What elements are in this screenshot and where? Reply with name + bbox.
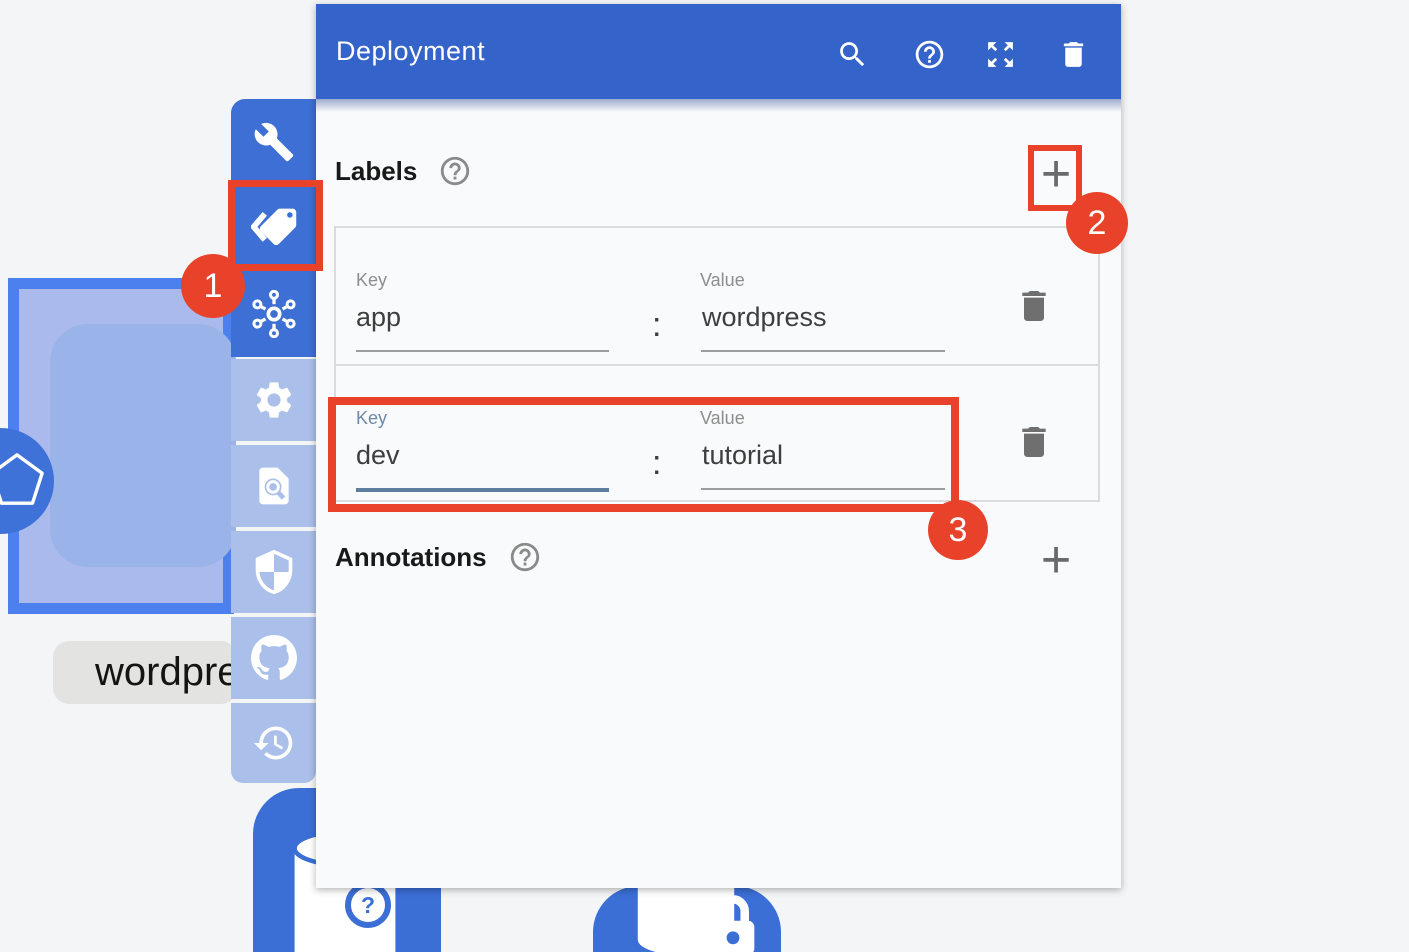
value-column-label: Value	[700, 270, 745, 291]
question-badge-text: ?	[361, 892, 375, 919]
header-shadow	[316, 99, 1121, 112]
callout-step-2-number: 2	[1088, 204, 1107, 243]
lock-icon	[701, 892, 765, 952]
database-secret-node[interactable]	[593, 886, 781, 952]
toolbar-item-build[interactable]	[231, 99, 316, 185]
callout-step-1: 1	[181, 254, 245, 318]
toolbar-item-history[interactable]	[231, 703, 316, 783]
panel-header: Deployment	[316, 4, 1121, 99]
node-name-text: wordpress	[53, 641, 237, 703]
label-row-app: Key app : Value wordpress	[336, 228, 1098, 364]
annotations-title: Annotations	[335, 542, 487, 573]
expand-icon[interactable]	[984, 38, 1017, 71]
wrench-icon	[253, 121, 295, 163]
pentagon-icon	[0, 452, 46, 510]
annotations-section-header: Annotations	[335, 540, 542, 574]
help-icon[interactable]	[913, 38, 946, 71]
value-field-underline	[701, 350, 945, 352]
key-value-separator: :	[652, 306, 661, 345]
help-icon[interactable]	[508, 540, 542, 574]
labels-title: Labels	[335, 156, 417, 187]
labels-section-header: Labels	[335, 154, 472, 188]
help-icon[interactable]	[438, 154, 472, 188]
delete-icon[interactable]	[1057, 38, 1090, 71]
toolbar-item-security[interactable]	[231, 531, 316, 613]
toolbar-item-github[interactable]	[231, 617, 316, 699]
search-icon[interactable]	[836, 38, 869, 71]
highlight-box-labels-tool	[228, 180, 323, 271]
highlight-box-dev-row	[328, 397, 959, 512]
app-canvas: wordpress ?	[0, 0, 1409, 952]
value-field[interactable]: wordpress	[702, 302, 827, 333]
delete-row-icon[interactable]	[1014, 422, 1054, 462]
panel-title: Deployment	[336, 4, 485, 99]
callout-step-3: 3	[928, 500, 988, 560]
toolbar-item-settings[interactable]	[231, 359, 316, 441]
key-field-underline	[356, 350, 609, 352]
github-icon	[251, 635, 297, 681]
callout-step-2: 2	[1066, 192, 1128, 254]
key-column-label: Key	[356, 270, 387, 291]
gear-icon	[252, 378, 296, 422]
node-name-label: wordpress	[53, 641, 237, 704]
shield-icon	[252, 550, 296, 594]
deployment-node-body	[50, 324, 236, 567]
history-icon	[252, 721, 296, 765]
question-badge: ?	[345, 882, 391, 928]
callout-step-1-number: 1	[204, 267, 223, 306]
callout-step-3-number: 3	[949, 511, 968, 550]
key-field[interactable]: app	[356, 302, 401, 333]
hub-icon	[250, 290, 298, 338]
toolbar-item-inspect[interactable]	[231, 445, 316, 527]
file-search-icon	[252, 464, 296, 508]
delete-row-icon[interactable]	[1014, 286, 1054, 326]
add-annotation-button[interactable]: +	[1032, 538, 1080, 586]
